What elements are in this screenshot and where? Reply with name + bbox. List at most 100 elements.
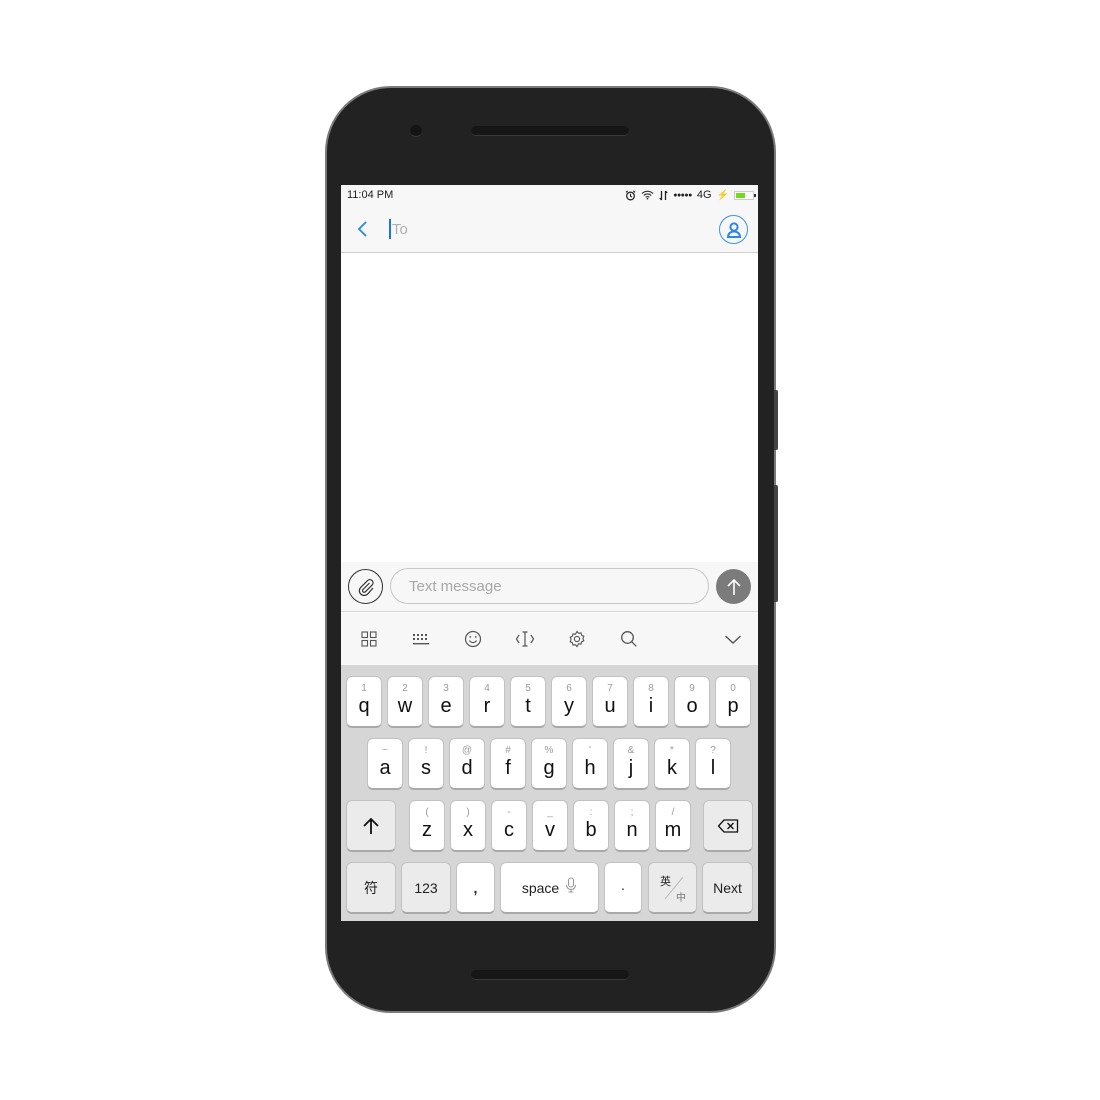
key-j[interactable]: & j xyxy=(613,738,649,790)
key-x[interactable]: ) x xyxy=(450,800,486,852)
back-button[interactable] xyxy=(353,217,373,241)
key-primary-label: d xyxy=(461,756,473,779)
key-z[interactable]: (z xyxy=(409,800,445,852)
space-key[interactable]: space xyxy=(500,862,599,914)
key-c[interactable]: -c xyxy=(491,800,527,852)
key-r[interactable]: 4r xyxy=(469,676,505,728)
search-icon xyxy=(621,631,637,647)
key-q[interactable]: 1q xyxy=(346,676,382,728)
key-secondary-label: 1 xyxy=(361,682,367,694)
key-secondary-label: # xyxy=(505,744,511,756)
bottom-speaker xyxy=(471,970,629,980)
key-secondary-label: _ xyxy=(547,806,553,818)
keyboard-icon xyxy=(413,634,429,645)
emoji-button[interactable] xyxy=(461,627,485,651)
key-b[interactable]: :b xyxy=(573,800,609,852)
comma-key[interactable]: , xyxy=(456,862,495,914)
key-w[interactable]: 2w xyxy=(387,676,423,728)
key-l[interactable]: ? l xyxy=(695,738,731,790)
key-d[interactable]: @ d xyxy=(449,738,485,790)
key-g[interactable]: % g xyxy=(531,738,567,790)
key-primary-label: w xyxy=(397,694,413,717)
attach-button[interactable] xyxy=(348,569,383,604)
backspace-key[interactable] xyxy=(703,800,753,852)
symbols-key[interactable]: 符 xyxy=(346,862,396,914)
key-s[interactable]: ! s xyxy=(408,738,444,790)
key-primary-label: x xyxy=(463,818,473,841)
network-type: 4G xyxy=(696,189,712,201)
keyboard: 1q2w3e4r5t6y7u8i9o0p ~ a! s @ d # f% g ' h & j * k? l … xyxy=(341,665,758,921)
text-message-input[interactable] xyxy=(390,568,709,604)
symbols-key-label: 符 xyxy=(364,879,378,896)
key-primary-label: q xyxy=(358,694,370,717)
key-o[interactable]: 9o xyxy=(674,676,710,728)
key-i[interactable]: 8i xyxy=(633,676,669,728)
screen: 11:04 PM ●●●●● 4G ⚡ To Text message 1 q … xyxy=(341,185,758,921)
power-button xyxy=(774,485,778,602)
keyboard-layout-button[interactable] xyxy=(409,627,433,651)
key-primary-label: e xyxy=(440,694,452,717)
apps-grid-button[interactable] xyxy=(357,627,381,651)
collapse-keyboard-button[interactable] xyxy=(721,627,745,651)
key-primary-label: j xyxy=(628,756,634,779)
message-thread-area xyxy=(341,254,758,567)
send-button[interactable] xyxy=(716,569,751,604)
period-key-label: · xyxy=(620,879,626,896)
key-a[interactable]: ~ a xyxy=(367,738,403,790)
settings-icon xyxy=(569,630,585,648)
key-secondary-label: 7 xyxy=(607,682,613,694)
key-secondary-label: 3 xyxy=(443,682,449,694)
key-secondary-label: / xyxy=(671,806,675,818)
shift-key[interactable] xyxy=(346,800,396,852)
backspace-icon xyxy=(717,818,739,833)
apps-grid-icon xyxy=(361,631,377,647)
key-p[interactable]: 0p xyxy=(715,676,751,728)
key-secondary-label: 5 xyxy=(525,682,531,694)
chevron-left-icon xyxy=(357,221,367,237)
key-secondary-label: ~ xyxy=(382,744,388,756)
key-n[interactable]: ; n xyxy=(614,800,650,852)
settings-button[interactable] xyxy=(565,627,589,651)
key-secondary-label: % xyxy=(544,744,554,756)
cursor-control-button[interactable] xyxy=(513,627,537,651)
alarm-icon xyxy=(625,189,636,201)
arrow-up-icon xyxy=(726,578,741,595)
key-h[interactable]: ' h xyxy=(572,738,608,790)
key-secondary-label: 9 xyxy=(689,682,695,694)
key-primary-label: t xyxy=(525,694,531,717)
key-t[interactable]: 5t xyxy=(510,676,546,728)
lang-chinese-label: 中 xyxy=(676,893,686,904)
microphone-icon xyxy=(565,877,577,898)
data-arrows-icon xyxy=(659,190,668,201)
language-switch-key[interactable]: 英 中 xyxy=(648,862,697,914)
key-primary-label: u xyxy=(604,694,616,717)
to-placeholder: To xyxy=(392,220,408,238)
key-v[interactable]: _ v xyxy=(532,800,568,852)
to-recipient-input[interactable]: To xyxy=(389,219,408,239)
keyboard-search-button[interactable] xyxy=(617,627,641,651)
key-u[interactable]: 7u xyxy=(592,676,628,728)
key-primary-label: y xyxy=(564,694,574,717)
status-bar: 11:04 PM ●●●●● 4G ⚡ xyxy=(341,185,758,205)
battery-icon xyxy=(734,190,756,200)
numbers-key[interactable]: 123 xyxy=(401,862,451,914)
key-primary-label: p xyxy=(727,694,739,717)
next-key-label: Next xyxy=(713,879,742,896)
key-y[interactable]: 6y xyxy=(551,676,587,728)
signal-icon: ●●●●● xyxy=(673,191,692,199)
comma-key-label: , xyxy=(473,879,478,896)
period-key[interactable]: · xyxy=(604,862,642,914)
next-key[interactable]: Next xyxy=(702,862,753,914)
volume-button xyxy=(774,390,778,450)
key-primary-label: f xyxy=(505,756,511,779)
status-time: 11:04 PM xyxy=(347,189,394,201)
key-secondary-label: ' xyxy=(589,744,591,756)
add-contact-button[interactable] xyxy=(719,215,748,244)
key-secondary-label: 8 xyxy=(648,682,654,694)
key-secondary-label: 2 xyxy=(402,682,408,694)
key-m[interactable]: / m xyxy=(655,800,691,852)
key-k[interactable]: * k xyxy=(654,738,690,790)
key-e[interactable]: 3e xyxy=(428,676,464,728)
key-f[interactable]: # f xyxy=(490,738,526,790)
wifi-icon xyxy=(641,190,654,200)
